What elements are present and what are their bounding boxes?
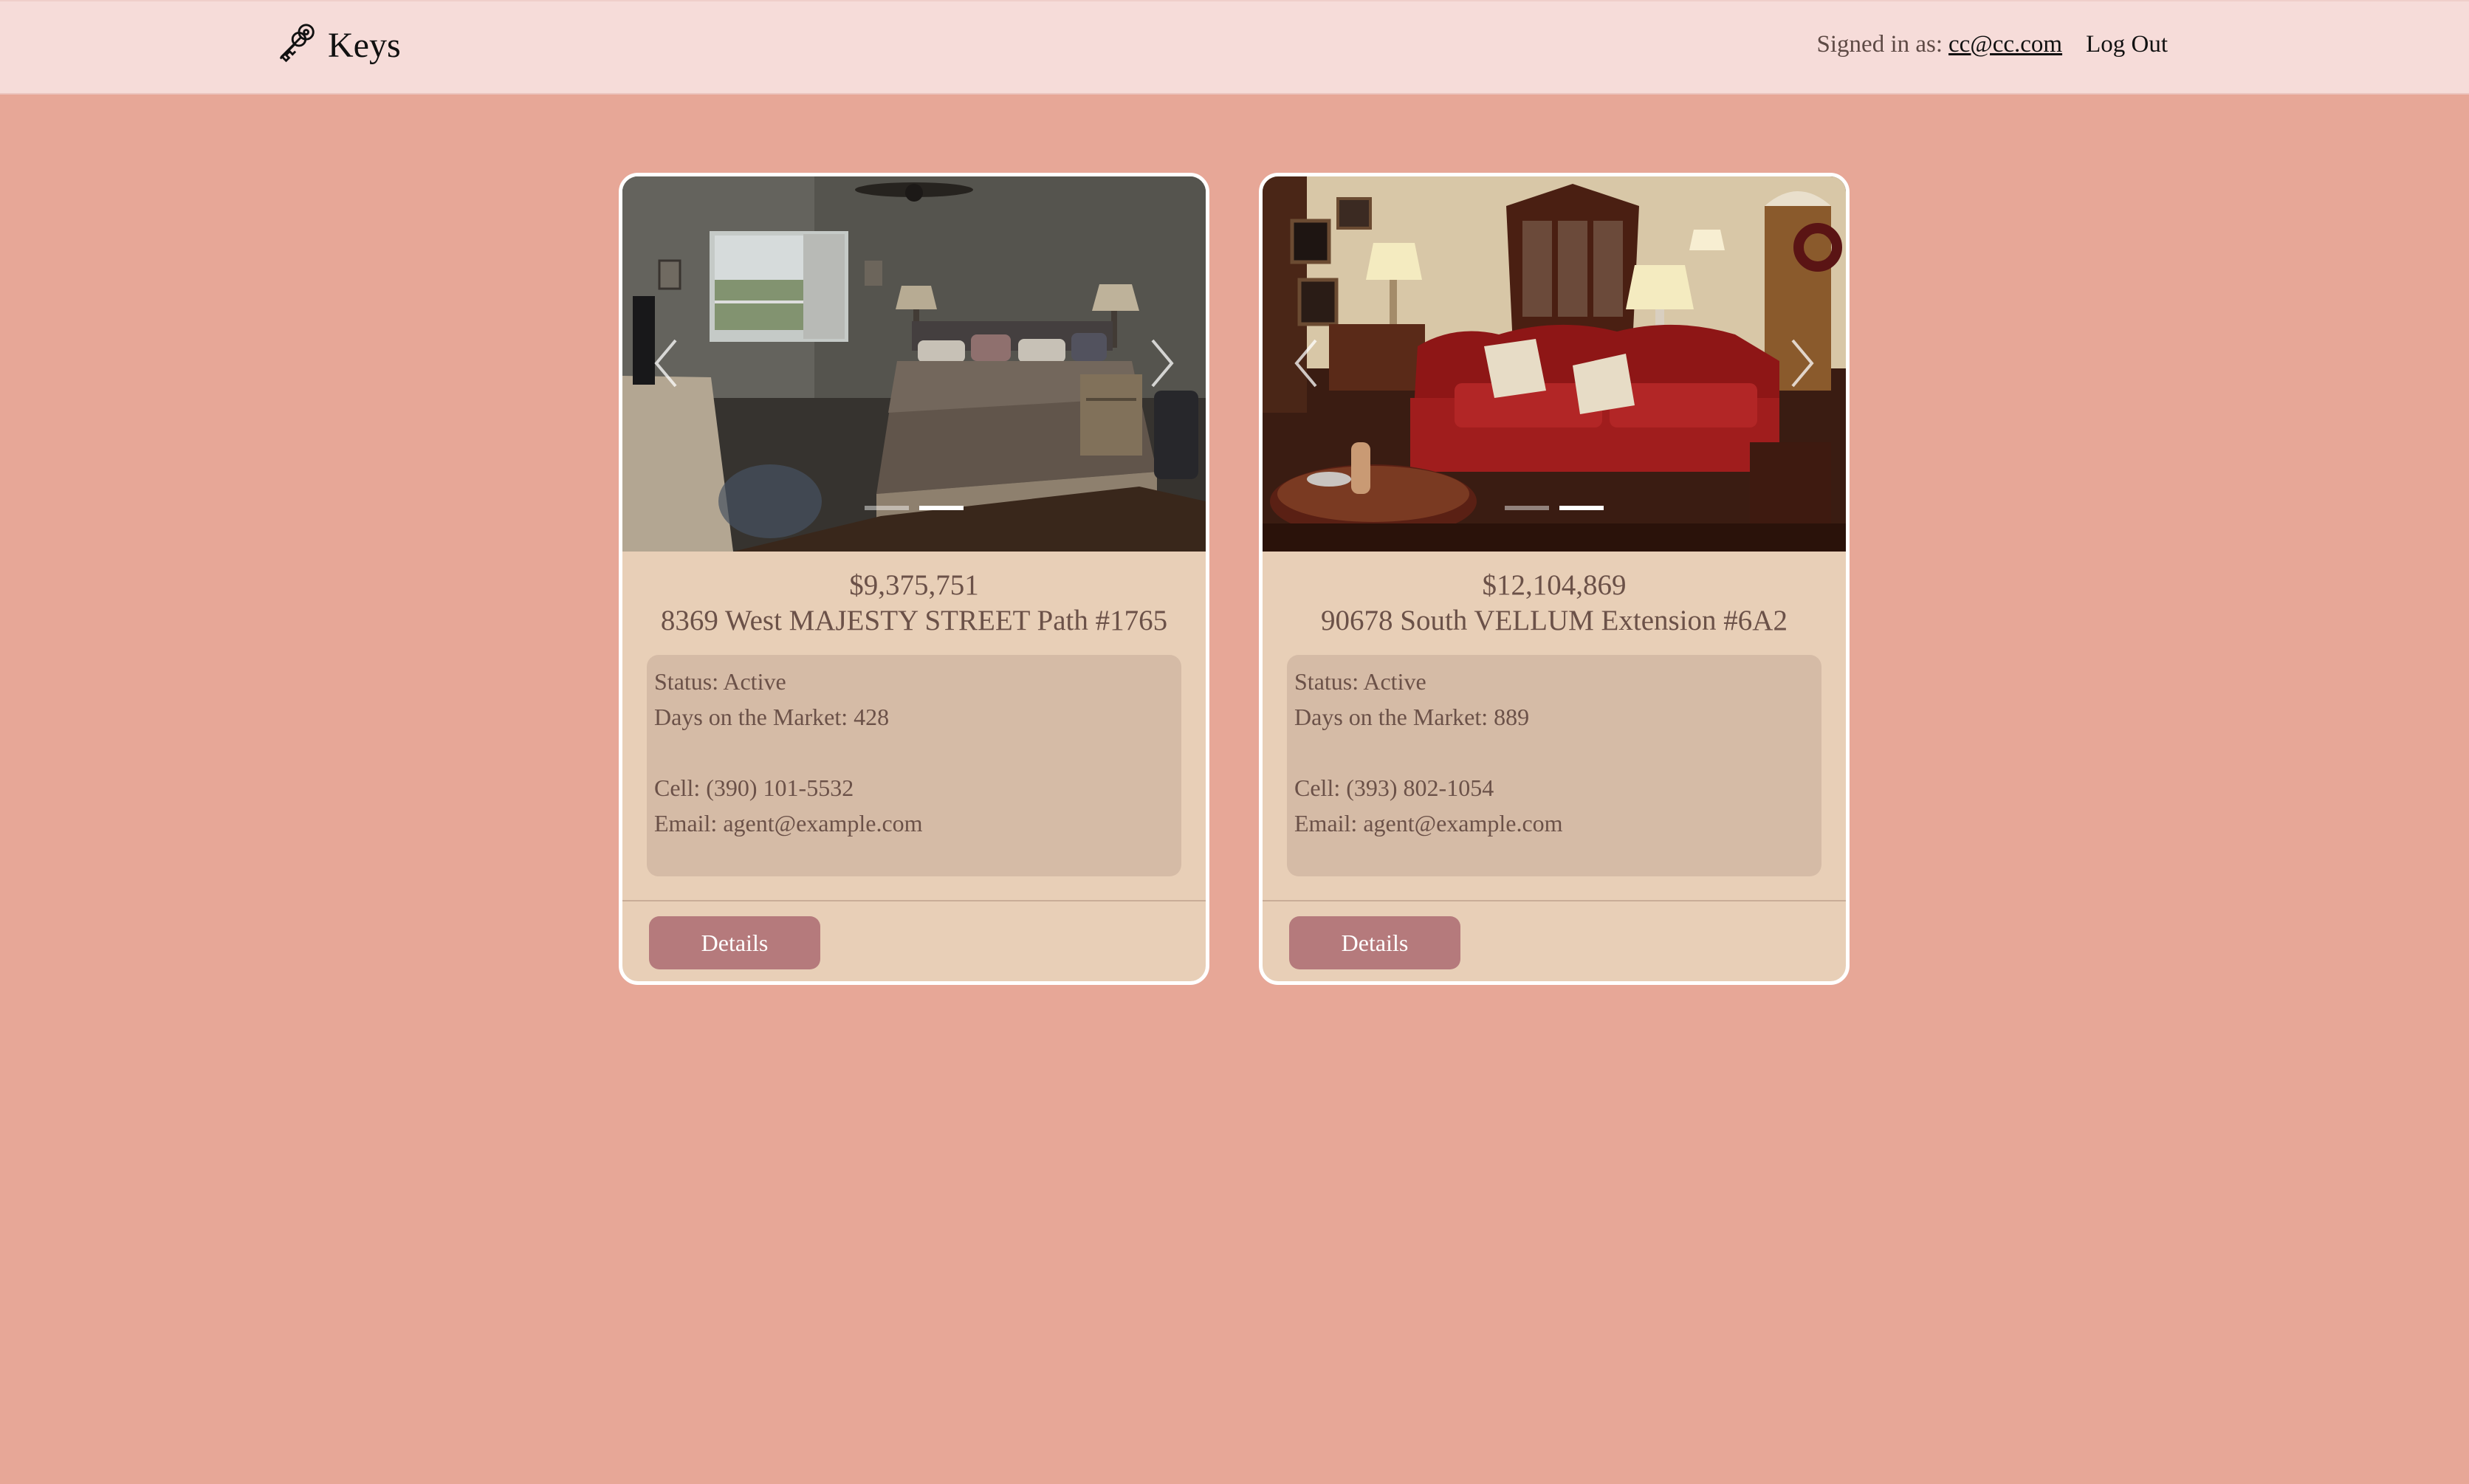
agent-cell: Cell: (393) 802-1054 — [1294, 774, 1494, 801]
listing-address: 8369 West MAJESTY STREET Path #1765 — [660, 605, 1168, 636]
chevron-right-icon — [1791, 339, 1814, 388]
carousel-next-button[interactable] — [1135, 330, 1187, 396]
listing-days-on-market: Days on the Market: 889 — [1294, 704, 1530, 730]
carousel-prev-button[interactable] — [1282, 330, 1333, 396]
listing-status: Status: Active — [654, 668, 786, 695]
carousel-indicators — [1263, 506, 1846, 510]
keys-icon — [275, 21, 320, 70]
carousel-indicator[interactable] — [865, 506, 909, 510]
chevron-right-icon — [1151, 339, 1174, 388]
listing-days-on-market: Days on the Market: 428 — [654, 704, 890, 730]
logout-link[interactable]: Log Out — [2086, 31, 2168, 58]
listing-footer: Details — [1263, 900, 1846, 981]
listing-address: 90678 South VELLUM Extension #6A2 — [1321, 605, 1788, 636]
listing-info-box: Status: Active Days on the Market: 889 C… — [1287, 655, 1821, 876]
photo-carousel — [622, 176, 1206, 552]
details-button[interactable]: Details — [1289, 916, 1460, 969]
listing-price: $9,375,751 — [849, 569, 979, 601]
top-navbar: Keys Signed in as: cc@cc.com Log Out — [0, 0, 2469, 95]
carousel-indicators — [622, 506, 1206, 510]
listing-status: Status: Active — [1294, 668, 1426, 695]
living-room-photo — [1263, 176, 1846, 552]
details-button[interactable]: Details — [649, 916, 820, 969]
listing-card: $12,104,869 90678 South VELLUM Extension… — [1259, 173, 1850, 985]
listing-info-box: Status: Active Days on the Market: 428 C… — [647, 655, 1181, 876]
account-area: Signed in as: cc@cc.com Log Out — [1817, 31, 2168, 58]
carousel-prev-button[interactable] — [642, 330, 693, 396]
user-email-link[interactable]: cc@cc.com — [1948, 31, 2062, 58]
brand-name: Keys — [328, 25, 401, 65]
listing-card: $9,375,751 8369 West MAJESTY STREET Path… — [619, 173, 1209, 985]
carousel-indicator[interactable] — [1505, 506, 1549, 510]
photo-carousel — [1263, 176, 1846, 552]
agent-email: Email: agent@example.com — [1294, 810, 1563, 837]
listing-body: $9,375,751 8369 West MAJESTY STREET Path… — [622, 552, 1206, 876]
agent-email: Email: agent@example.com — [654, 810, 923, 837]
carousel-indicator[interactable] — [1559, 506, 1604, 510]
carousel-next-button[interactable] — [1775, 330, 1827, 396]
bedroom-photo — [622, 176, 1206, 552]
agent-cell: Cell: (390) 101-5532 — [654, 774, 854, 801]
listing-footer: Details — [622, 900, 1206, 981]
listing-price: $12,104,869 — [1482, 569, 1627, 601]
listing-body: $12,104,869 90678 South VELLUM Extension… — [1263, 552, 1846, 876]
signed-in-label: Signed in as: — [1816, 31, 1943, 58]
carousel-indicator[interactable] — [919, 506, 964, 510]
chevron-left-icon — [1294, 339, 1317, 388]
chevron-left-icon — [654, 339, 677, 388]
brand-link[interactable]: Keys — [275, 21, 401, 69]
